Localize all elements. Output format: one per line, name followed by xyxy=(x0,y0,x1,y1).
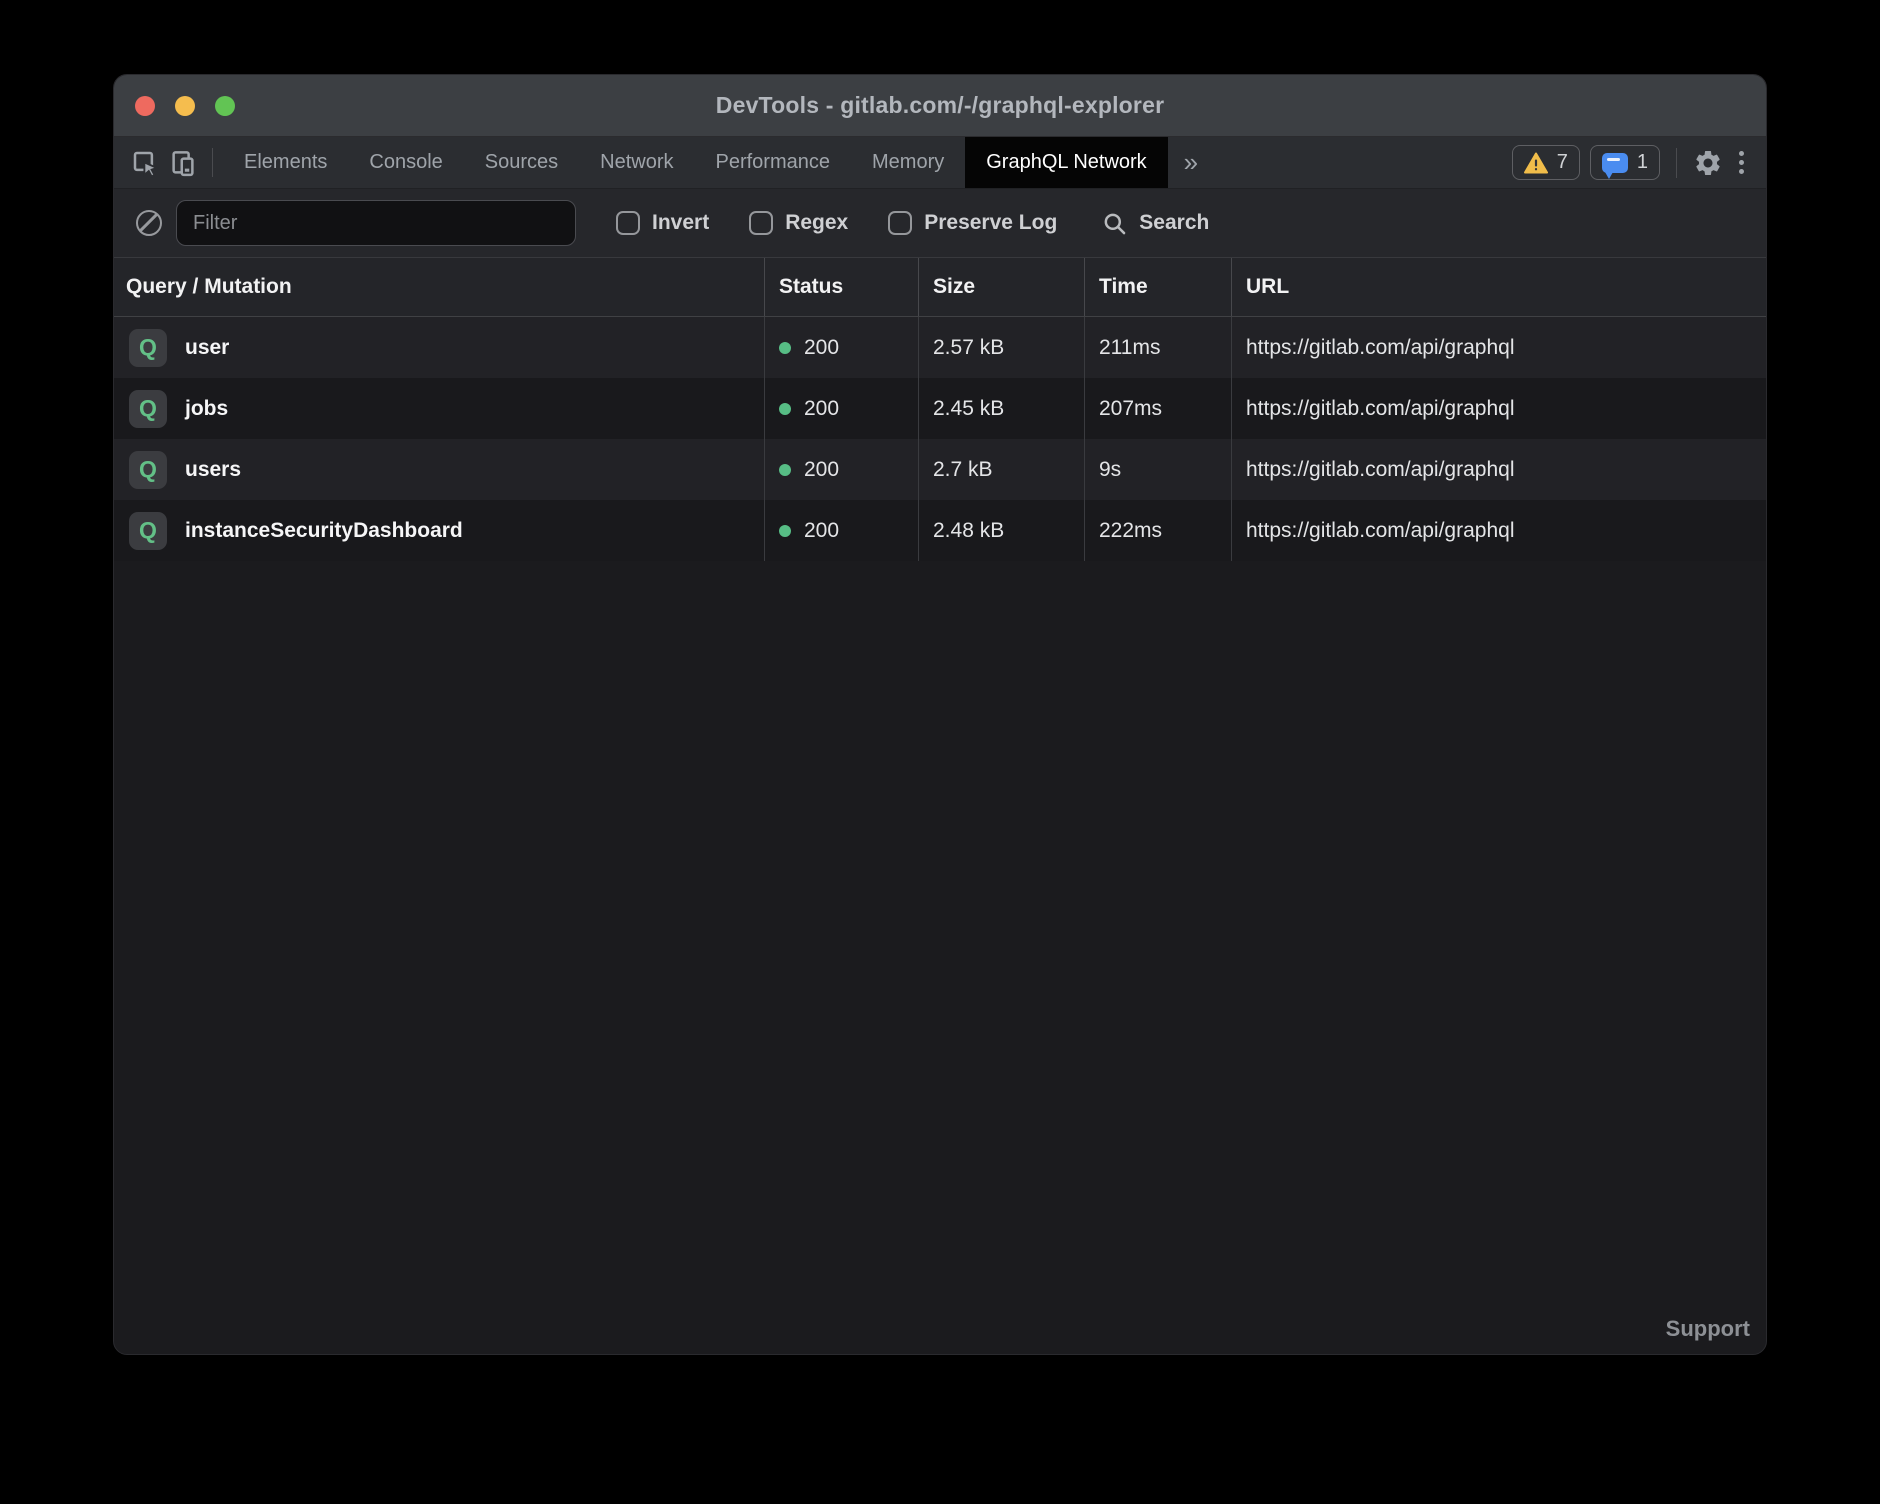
url-cell: https://gitlab.com/api/graphql xyxy=(1231,439,1766,500)
query-cell: Q jobs xyxy=(114,378,764,439)
tab-performance[interactable]: Performance xyxy=(695,137,852,188)
size-cell: 2.48 kB xyxy=(918,500,1084,561)
time-cell: 9s xyxy=(1084,439,1231,500)
time-cell: 211ms xyxy=(1084,317,1231,378)
tab-elements[interactable]: Elements xyxy=(223,137,348,188)
url-cell: https://gitlab.com/api/graphql xyxy=(1231,317,1766,378)
time-cell: 207ms xyxy=(1084,378,1231,439)
status-cell: 200 xyxy=(764,317,918,378)
query-cell: Q users xyxy=(114,439,764,500)
tab-memory[interactable]: Memory xyxy=(851,137,965,188)
status-ok-dot xyxy=(779,525,791,537)
table-row[interactable]: Q users 200 2.7 kB 9s https://gitlab.com… xyxy=(114,439,1766,500)
tab-network[interactable]: Network xyxy=(579,137,694,188)
query-type-badge: Q xyxy=(129,512,167,550)
panel-tabs: Elements Console Sources Network Perform… xyxy=(223,137,1168,188)
warning-triangle-icon xyxy=(1524,152,1548,174)
toolbar-divider xyxy=(1676,148,1677,178)
table-row[interactable]: Q jobs 200 2.45 kB 207ms https://gitlab.… xyxy=(114,378,1766,439)
table-header: Query / Mutation Status Size Time URL xyxy=(114,257,1766,317)
status-cell: 200 xyxy=(764,500,918,561)
query-name: users xyxy=(185,458,241,482)
status-ok-dot xyxy=(779,403,791,415)
time-cell: 222ms xyxy=(1084,500,1231,561)
filter-bar: Invert Regex Preserve Log Search xyxy=(114,189,1766,257)
query-name: instanceSecurityDashboard xyxy=(185,519,463,543)
preserve-log-checkbox[interactable] xyxy=(888,211,912,235)
invert-checkbox-group[interactable]: Invert xyxy=(616,211,709,235)
invert-label: Invert xyxy=(652,211,709,235)
status-cell: 200 xyxy=(764,439,918,500)
search-button[interactable]: Search xyxy=(1101,210,1209,237)
issues-count: 1 xyxy=(1637,151,1648,174)
regex-label: Regex xyxy=(785,211,848,235)
table-row[interactable]: Q instanceSecurityDashboard 200 2.48 kB … xyxy=(114,500,1766,561)
regex-checkbox[interactable] xyxy=(749,211,773,235)
traffic-lights xyxy=(135,96,235,116)
preserve-log-label: Preserve Log xyxy=(924,211,1057,235)
minimize-button[interactable] xyxy=(175,96,195,116)
size-cell: 2.57 kB xyxy=(918,317,1084,378)
clear-requests-icon[interactable] xyxy=(136,210,162,236)
more-options-icon[interactable] xyxy=(1727,151,1756,174)
query-cell: Q user xyxy=(114,317,764,378)
devtools-window: DevTools - gitlab.com/-/graphql-explorer… xyxy=(113,74,1767,1355)
filter-input[interactable] xyxy=(176,200,576,246)
query-type-badge: Q xyxy=(129,451,167,489)
preserve-log-checkbox-group[interactable]: Preserve Log xyxy=(888,211,1057,235)
column-time: Time xyxy=(1084,258,1231,316)
query-name: jobs xyxy=(185,397,228,421)
query-type-badge: Q xyxy=(129,390,167,428)
support-link[interactable]: Support xyxy=(1666,1316,1750,1342)
query-cell: Q instanceSecurityDashboard xyxy=(114,500,764,561)
status-ok-dot xyxy=(779,342,791,354)
inspect-element-icon[interactable] xyxy=(126,137,164,188)
more-tabs-icon[interactable]: » xyxy=(1168,137,1214,188)
search-label: Search xyxy=(1139,211,1209,235)
query-name: user xyxy=(185,336,229,360)
tab-graphql-network[interactable]: GraphQL Network xyxy=(965,137,1167,188)
devtools-toolbar: Elements Console Sources Network Perform… xyxy=(114,137,1766,189)
column-size: Size xyxy=(918,258,1084,316)
query-type-badge: Q xyxy=(129,329,167,367)
url-cell: https://gitlab.com/api/graphql xyxy=(1231,500,1766,561)
invert-checkbox[interactable] xyxy=(616,211,640,235)
search-icon xyxy=(1101,210,1128,237)
zoom-button[interactable] xyxy=(215,96,235,116)
toolbar-divider xyxy=(212,148,213,177)
tab-console[interactable]: Console xyxy=(348,137,463,188)
column-url: URL xyxy=(1231,258,1766,316)
column-query-mutation: Query / Mutation xyxy=(114,258,764,316)
settings-gear-icon[interactable] xyxy=(1689,148,1727,178)
status-cell: 200 xyxy=(764,378,918,439)
table-row[interactable]: Q user 200 2.57 kB 211ms https://gitlab.… xyxy=(114,317,1766,378)
size-cell: 2.7 kB xyxy=(918,439,1084,500)
warnings-count: 7 xyxy=(1557,151,1568,174)
toolbar-right-cluster: 7 1 xyxy=(1502,137,1766,188)
close-button[interactable] xyxy=(135,96,155,116)
window-title: DevTools - gitlab.com/-/graphql-explorer xyxy=(716,92,1164,119)
regex-checkbox-group[interactable]: Regex xyxy=(749,211,848,235)
status-ok-dot xyxy=(779,464,791,476)
column-status: Status xyxy=(764,258,918,316)
empty-results-area: Support xyxy=(114,561,1766,1354)
size-cell: 2.45 kB xyxy=(918,378,1084,439)
device-toolbar-icon[interactable] xyxy=(164,137,202,188)
warnings-badge[interactable]: 7 xyxy=(1512,145,1580,180)
url-cell: https://gitlab.com/api/graphql xyxy=(1231,378,1766,439)
title-bar: DevTools - gitlab.com/-/graphql-explorer xyxy=(114,75,1766,137)
tab-sources[interactable]: Sources xyxy=(464,137,579,188)
issues-badge[interactable]: 1 xyxy=(1590,145,1660,180)
issues-bubble-icon xyxy=(1602,153,1628,173)
